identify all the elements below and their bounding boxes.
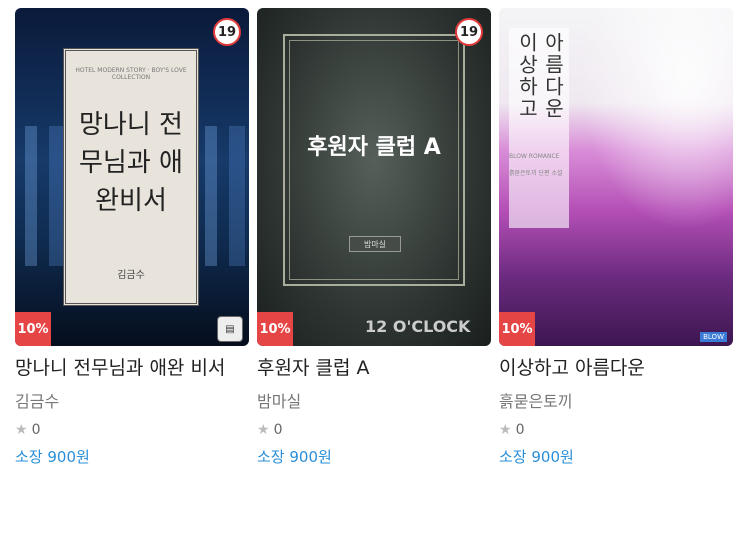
cover-title: 후원자 클럽 A [307, 135, 441, 160]
rating-value: 0 [31, 422, 41, 438]
cover-title-line-1: 이상하고 [515, 32, 539, 120]
discount-badge: 10% [257, 312, 293, 346]
cover-title-line-2: 아름다운 [541, 32, 565, 120]
book-title[interactable]: 망나니 전무님과 애완 비서 [15, 356, 249, 380]
publisher-logo-icon: ▤ [217, 316, 243, 342]
book-card-3[interactable]: 이상하고 아름다운 BLOW ROMANCE 흙묻은토끼 단편 소설 BLOW … [499, 8, 733, 467]
rating-value: 0 [515, 422, 525, 438]
book-rating: ★ 0 [15, 422, 249, 438]
book-card-2[interactable]: 후원자 클럽 A 밤마실 12 O'CLOCK 19 10% 후원자 클럽 A … [257, 8, 491, 467]
cover-tagline: HOTEL MODERN STORY · BOY'S LOVE COLLECTI… [75, 67, 187, 81]
book-rating: ★ 0 [499, 422, 733, 438]
discount-badge: 10% [15, 312, 51, 346]
age-rating-badge: 19 [213, 18, 241, 46]
cover-title-panel: HOTEL MODERN STORY · BOY'S LOVE COLLECTI… [63, 48, 199, 306]
star-icon: ★ [257, 422, 270, 438]
book-rating: ★ 0 [257, 422, 491, 438]
star-icon: ★ [15, 422, 28, 438]
book-price: 소장 900원 [15, 448, 90, 466]
discount-badge: 10% [499, 312, 535, 346]
book-author[interactable]: 김금수 [15, 388, 249, 412]
star-icon: ★ [499, 422, 512, 438]
book-title[interactable]: 후원자 클럽 A [257, 356, 491, 380]
cover-title: 망나니 전무님과 애완비서 [79, 110, 183, 216]
publisher-logo: 12 O'CLOCK [365, 317, 471, 336]
cover-author: 밤마실 [349, 236, 401, 252]
book-card-1[interactable]: HOTEL MODERN STORY · BOY'S LOVE COLLECTI… [15, 8, 249, 467]
book-cover[interactable]: HOTEL MODERN STORY · BOY'S LOVE COLLECTI… [15, 8, 249, 346]
book-cover[interactable]: 후원자 클럽 A 밤마실 12 O'CLOCK 19 10% [257, 8, 491, 346]
rating-value: 0 [273, 422, 283, 438]
cover-author: 김금수 [117, 270, 145, 281]
book-author[interactable]: 흙묻은토끼 [499, 388, 733, 412]
book-price: 소장 900원 [257, 448, 332, 466]
book-title[interactable]: 이상하고 아름다운 [499, 356, 733, 380]
book-cover[interactable]: 이상하고 아름다운 BLOW ROMANCE 흙묻은토끼 단편 소설 BLOW … [499, 8, 733, 346]
cover-series: BLOW ROMANCE [509, 153, 560, 160]
publisher-logo: BLOW [700, 332, 727, 342]
cover-author: 흙묻은토끼 단편 소설 [509, 170, 563, 177]
book-price: 소장 900원 [499, 448, 574, 466]
age-rating-badge: 19 [455, 18, 483, 46]
book-author[interactable]: 밤마실 [257, 388, 491, 412]
